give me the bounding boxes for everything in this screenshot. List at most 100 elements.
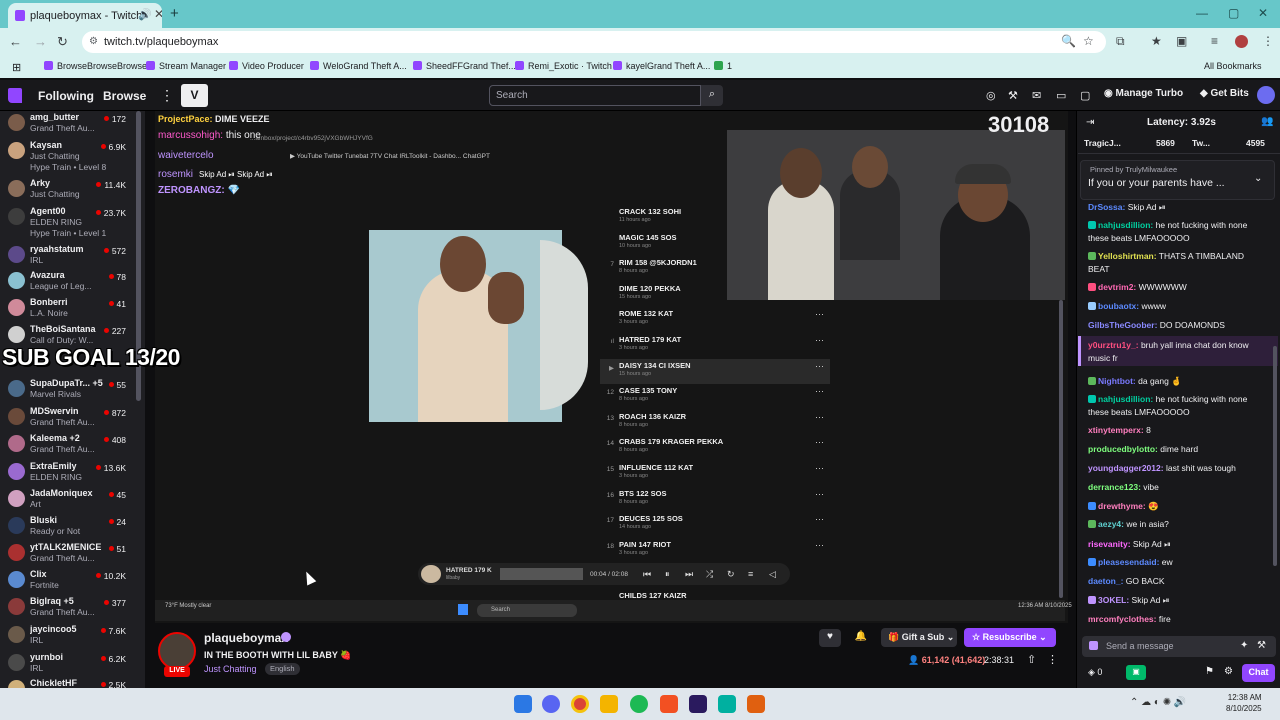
- sidebar-channel[interactable]: Arky Just Chatting 11.4K: [0, 177, 140, 203]
- sidebar-channel[interactable]: ryaahstatum IRL 572: [0, 243, 140, 269]
- app-icon[interactable]: [747, 695, 765, 713]
- extensions-icon[interactable]: ⧉: [1116, 34, 1125, 49]
- track-more-icon[interactable]: ⋯: [815, 335, 824, 346]
- chrome-icon[interactable]: [571, 695, 589, 713]
- system-tray-icons[interactable]: ⌃ ☁ ◐ ✺ 🔊: [1130, 697, 1186, 708]
- bookmark-item[interactable]: BrowseBrowseBrowse: [44, 61, 147, 71]
- bookmark-item[interactable]: kayelGrand Theft A...: [613, 61, 710, 71]
- all-bookmarks[interactable]: All Bookmarks: [1204, 61, 1262, 71]
- sidebar-channel[interactable]: SupaDupaTr... +5 Marvel Rivals 55: [0, 377, 140, 403]
- sidebar-channel[interactable]: yurnboi IRL 6.2K: [0, 651, 140, 677]
- notification-bell-icon[interactable]: 🔔: [851, 629, 871, 647]
- stream-category-link[interactable]: Just Chatting: [204, 664, 257, 674]
- track-more-icon[interactable]: ⋯: [815, 463, 824, 474]
- discord-icon[interactable]: [542, 695, 560, 713]
- os-clock[interactable]: 12:38 AM 8/10/2025: [1226, 692, 1262, 714]
- track-more-icon[interactable]: ⋯: [815, 309, 824, 320]
- bookmark-item[interactable]: Stream Manager: [146, 61, 226, 71]
- chevron-down-icon[interactable]: ⌄: [1254, 173, 1262, 184]
- sidebar-channel[interactable]: Avazura League of Leg... 78: [0, 269, 140, 295]
- bookmarks-icon[interactable]: ★: [1151, 34, 1162, 48]
- bookmark-item[interactable]: SheedFFGrand Thef...: [413, 61, 516, 71]
- following-link[interactable]: Following: [38, 89, 94, 103]
- sidebar-channel[interactable]: ytTALK2MENICE Grand Theft Au... 51: [0, 541, 140, 567]
- sidebar-channel[interactable]: ChickletHF 2.5K: [0, 677, 140, 688]
- repeat-icon[interactable]: ↻: [727, 569, 735, 580]
- mod-tools-icon[interactable]: ⚑: [1205, 666, 1214, 677]
- search-icon[interactable]: ⌕: [701, 85, 723, 106]
- more-options-icon[interactable]: ⋮: [1047, 653, 1058, 666]
- search-input[interactable]: Search: [489, 85, 701, 106]
- language-tag[interactable]: English: [265, 663, 300, 675]
- track-more-icon[interactable]: ⋯: [815, 489, 824, 500]
- sidebar-channel[interactable]: Agent00 ELDEN RING 23.7K Hype Train • Le…: [0, 205, 140, 241]
- sidebar-channel[interactable]: JadaMoniquex Art 45: [0, 487, 140, 513]
- file-explorer-icon[interactable]: [600, 695, 618, 713]
- chat-scrollbar[interactable]: [1273, 346, 1277, 566]
- pause-icon[interactable]: ⏸: [665, 569, 670, 580]
- share-icon[interactable]: ⇧: [1027, 653, 1036, 666]
- address-bar[interactable]: ⚙ twitch.tv/plaqueboymax: [82, 31, 1106, 53]
- queue-icon[interactable]: ≡: [748, 569, 753, 579]
- profile-avatar[interactable]: [1235, 35, 1248, 48]
- track-row[interactable]: 13 ROACH 136 KAIZR 8 hours ago ⋯: [600, 410, 830, 436]
- gift-sub-button[interactable]: 🎁 Gift a Sub ⌄: [881, 628, 957, 647]
- sidebar-channel[interactable]: BigIraq +5 Grand Theft Au... 377: [0, 595, 140, 621]
- track-more-icon[interactable]: ⋯: [815, 540, 824, 551]
- minimize-icon[interactable]: —: [1196, 6, 1208, 20]
- chat-identity-icon[interactable]: [1089, 641, 1098, 650]
- channel-avatar[interactable]: [158, 632, 196, 670]
- whispers-icon[interactable]: ▢: [1080, 89, 1090, 102]
- track-more-icon[interactable]: ⋯: [815, 437, 824, 448]
- close-window-icon[interactable]: ✕: [1258, 6, 1268, 20]
- clips-icon[interactable]: ◎: [986, 89, 996, 102]
- track-more-icon[interactable]: ⋯: [815, 386, 824, 397]
- chat-users-icon[interactable]: 👥: [1261, 116, 1273, 127]
- gift-leaderboard[interactable]: TragicJ... 5869 Tw... 4595: [1078, 134, 1280, 154]
- track-row[interactable]: 16 BTS 122 SOS 8 hours ago ⋯: [600, 487, 830, 513]
- sidebar-channel[interactable]: ExtraEmily ELDEN RING 13.6K: [0, 460, 140, 486]
- mini-player-waveform[interactable]: [500, 568, 583, 580]
- zoom-icon[interactable]: 🔍: [1061, 34, 1076, 48]
- bits-icon[interactable]: ✦: [1240, 640, 1248, 651]
- spotify-icon[interactable]: [630, 695, 648, 713]
- speaker-icon[interactable]: 🔊: [138, 8, 152, 21]
- claim-points-button[interactable]: ▣: [1126, 665, 1146, 680]
- shuffle-icon[interactable]: ⤮: [706, 569, 713, 580]
- send-chat-button[interactable]: Chat: [1242, 664, 1275, 682]
- follow-heart-icon[interactable]: ♥: [819, 629, 841, 647]
- app-icon[interactable]: [660, 695, 678, 713]
- track-row[interactable]: 12 CASE 135 TONY 8 hours ago ⋯: [600, 384, 830, 410]
- browser-menu-icon[interactable]: ⋮: [1262, 34, 1274, 48]
- forward-icon[interactable]: →: [34, 34, 47, 49]
- twitch-logo-icon[interactable]: [8, 88, 22, 103]
- track-more-icon[interactable]: ⋯: [815, 514, 824, 525]
- previous-icon[interactable]: ⏮: [643, 569, 651, 580]
- back-icon[interactable]: ←: [9, 34, 22, 49]
- sidebar-channel[interactable]: Clix Fortnite 10.2K: [0, 568, 140, 594]
- more-options-icon[interactable]: ⋮: [160, 87, 174, 104]
- sidebar-channel[interactable]: Bluski Ready or Not 24: [0, 514, 140, 540]
- sidebar-channel[interactable]: MDSwervin Grand Theft Au... 872: [0, 405, 140, 431]
- track-more-icon[interactable]: ⋯: [815, 412, 824, 423]
- track-row[interactable]: 15 INFLUENCE 112 KAT 3 hours ago ⋯: [600, 461, 830, 487]
- tools-icon[interactable]: ⚒: [1008, 89, 1018, 102]
- browser-tab[interactable]: plaqueboymax - Twitch 🔊 ✕: [8, 3, 162, 28]
- premiere-icon[interactable]: [689, 695, 707, 713]
- channel-name[interactable]: plaqueboymax: [204, 631, 288, 645]
- maximize-icon[interactable]: ▢: [1228, 6, 1239, 20]
- sidebar-channel[interactable]: jaycincoo5 IRL 7.6K: [0, 623, 140, 649]
- app-icon[interactable]: [718, 695, 736, 713]
- chat-settings-icon[interactable]: ⚙: [1224, 666, 1233, 677]
- next-icon[interactable]: ⏭: [685, 569, 693, 580]
- emote-picker-icon[interactable]: ⚒: [1257, 640, 1266, 651]
- bookmark-item[interactable]: WeloGrand Theft A...: [310, 61, 407, 71]
- mail-icon[interactable]: ✉: [1032, 89, 1041, 102]
- volume-icon[interactable]: ◁: [769, 569, 776, 580]
- sidebar-channel[interactable]: Bonberri L.A. Noire 41: [0, 296, 140, 322]
- extension-button[interactable]: V: [181, 84, 208, 107]
- collapse-chat-icon[interactable]: ⇥: [1086, 117, 1094, 128]
- windows-start-icon[interactable]: [514, 695, 532, 713]
- track-more-icon[interactable]: ⋯: [815, 361, 824, 372]
- inbox-icon[interactable]: ▭: [1056, 89, 1066, 102]
